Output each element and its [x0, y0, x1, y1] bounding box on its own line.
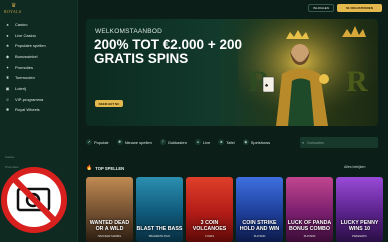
sidebar-item-label: Toernooien — [15, 75, 35, 81]
sidebar-item-label: Populaire spellen — [15, 43, 46, 49]
sidebar-item-label: Royal Wheels — [15, 107, 40, 113]
slots-icon: 7 — [159, 139, 166, 145]
filter-label: Nieuwe spellen — [124, 139, 152, 145]
gameshow-icon: ◉ — [242, 139, 249, 145]
filter-label: Tafel — [226, 139, 235, 145]
banner-headline: 200% TOT €2.000 + 200 GRATIS SPINS — [94, 37, 242, 66]
filter-label: Populair — [94, 139, 109, 145]
banner-eyebrow: WELKOMSTAANBOD — [95, 28, 162, 35]
no-video-icon — [1, 167, 67, 233]
sidebar-menu: ♠ Casino ● Live Casino ★ Populaire spell… — [0, 19, 78, 115]
top-games-row: WANTED DEAD OR A WILD HACKSAW GAMING BLA… — [86, 177, 388, 242]
login-button[interactable]: INLOGGEN — [308, 4, 334, 12]
game-provider: PLAYSON — [303, 235, 316, 238]
game-card-lucky-penny[interactable]: LUCKY PENNY WINS 10 PRAGMATIC — [336, 177, 383, 242]
sidebar-item-label: VIP-programma — [15, 96, 44, 102]
category-filters: ➚ Populair ✚ Nieuwe spellen 7 Gokkasten … — [86, 136, 302, 148]
sidebar-item-vip[interactable]: ♕ VIP-programma — [0, 94, 78, 105]
tournaments-icon: ♜ — [5, 75, 10, 81]
game-card-coin-strike[interactable]: COIN STRIKE HOLD AND WIN PLAYSON — [236, 177, 283, 242]
filter-slots[interactable]: 7 Gokkasten — [159, 139, 187, 145]
search-icon: ⌕ — [302, 140, 305, 145]
new-icon: ✚ — [116, 139, 123, 145]
filter-label: Spelshows — [250, 139, 271, 145]
filter-popular[interactable]: ➚ Populair — [86, 139, 109, 145]
filter-new-games[interactable]: ✚ Nieuwe spellen — [116, 139, 152, 145]
brand-wordmark: ROYALS — [4, 9, 22, 14]
register-button[interactable]: NU REGISTREREN — [337, 4, 382, 12]
filter-table[interactable]: ♣ Tafel — [218, 139, 235, 145]
brand-logo[interactable]: ♛ ROYALS — [4, 3, 26, 15]
rocket-icon: ➚ — [86, 139, 92, 145]
sidebar-item-royal-wheels[interactable]: ✺ Royal Wheels — [0, 105, 78, 116]
sidebar-item-bonus-shop[interactable]: ◆ Bonuswinkel — [0, 51, 78, 62]
banner-artwork: R R ♠ — [238, 19, 378, 126]
live-casino-icon: ● — [6, 32, 9, 38]
search-placeholder: Zoekacties — [307, 140, 324, 145]
filter-label: Gokkasten — [167, 139, 187, 145]
sidebar-item-label: Promoties — [15, 64, 34, 70]
sidebar-item-live-casino[interactable]: ● Live Casino — [0, 30, 78, 41]
table-icon: ♣ — [218, 139, 225, 145]
see-all-link[interactable]: Alles bekijken — [344, 165, 365, 169]
sidebar-item-tournaments[interactable]: ♜ Toernooien — [0, 72, 78, 83]
live-icon: ● — [194, 139, 201, 145]
game-card-luck-of-panda[interactable]: LUCK OF PANDA BONUS COMBO PLAYSON — [286, 177, 333, 242]
section-title: TOP SPELLEN — [95, 165, 125, 171]
sidebar-item-lottery[interactable]: ▣ Loterij — [0, 83, 78, 94]
sidebar-section-label: Casino — [5, 155, 15, 159]
game-provider: HACKSAW GAMING — [97, 235, 122, 238]
banner-cta-button[interactable]: NEEM HET NU — [95, 100, 123, 107]
filter-live[interactable]: ● Live — [194, 139, 211, 145]
sidebar-item-label: Loterij — [15, 85, 26, 91]
sidebar-item-label: Bonuswinkel — [15, 53, 38, 59]
promotions-icon: ✦ — [5, 64, 10, 70]
game-title: WANTED DEAD OR A WILD — [89, 220, 130, 232]
popular-games-icon: ★ — [5, 43, 10, 49]
game-provider: PRAGMATIC — [352, 235, 367, 238]
svg-text:R: R — [346, 65, 368, 98]
game-card-wanted[interactable]: WANTED DEAD OR A WILD HACKSAW GAMING — [86, 177, 133, 242]
sidebar-item-label: Casino — [15, 21, 28, 27]
flame-icon: 🔥 — [86, 165, 93, 171]
wheel-icon: ✺ — [5, 107, 10, 113]
sidebar-item-casino[interactable]: ♠ Casino — [0, 19, 78, 30]
casino-icon: ♠ — [6, 21, 9, 27]
game-provider: PRAGMATIC PLAY — [148, 235, 171, 238]
filter-gameshows[interactable]: ◉ Spelshows — [242, 139, 271, 145]
search-input[interactable]: ⌕ Zoekacties — [300, 137, 378, 148]
game-title: BLAST THE BASS — [136, 225, 183, 232]
game-provider: 3 OAKS — [204, 235, 215, 238]
bonus-icon: ◆ — [5, 53, 10, 59]
sidebar-item-popular-games[interactable]: ★ Populaire spellen — [0, 40, 78, 51]
sidebar-item-promotions[interactable]: ✦ Promoties — [0, 62, 78, 73]
sidebar-item-label: Live Casino — [15, 32, 36, 38]
game-title: LUCK OF PANDA BONUS COMBO — [287, 220, 332, 232]
game-card-blast-the-bass[interactable]: BLAST THE BASS PRAGMATIC PLAY — [136, 177, 183, 242]
game-title: COIN STRIKE HOLD AND WIN — [239, 220, 280, 232]
vip-icon: ♕ — [5, 96, 10, 102]
lottery-icon: ▣ — [5, 85, 10, 91]
game-provider: PLAYSON — [253, 235, 266, 238]
game-title: 3 COIN VOLCANOES — [192, 220, 227, 232]
game-card-3-coin-volcanoes[interactable]: 3 COIN VOLCANOES 3 OAKS — [186, 177, 233, 242]
game-title: LUCKY PENNY WINS 10 — [340, 220, 379, 232]
filter-label: Live — [202, 139, 211, 145]
welcome-banner[interactable]: R R ♠ WELKOMSTAANBOD 200% TOT €2.000 + 2… — [86, 19, 378, 126]
top-games-heading: 🔥 TOP SPELLEN — [86, 165, 124, 171]
